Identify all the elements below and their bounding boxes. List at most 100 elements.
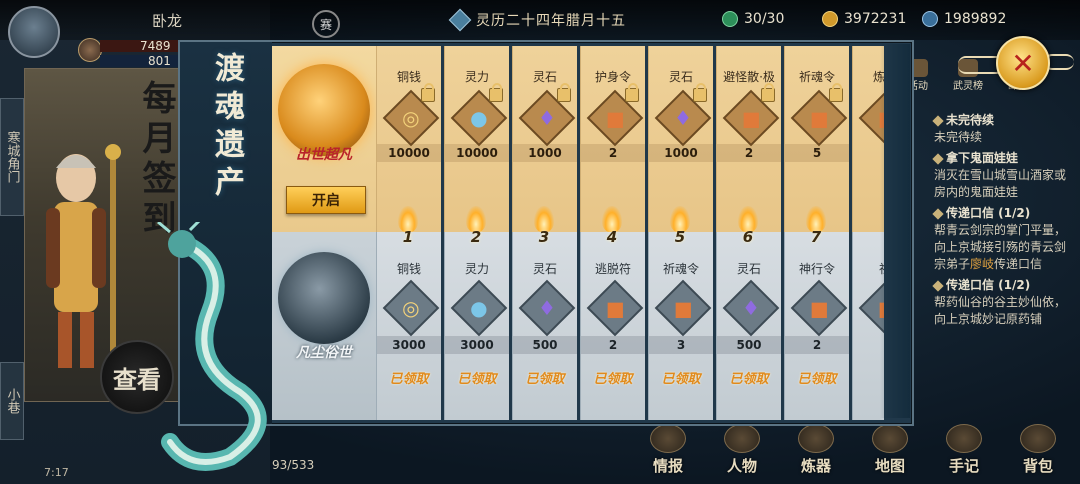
- pet-avatar[interactable]: [78, 38, 102, 62]
- level-marker: 7: [800, 206, 832, 246]
- premium-reward-cell[interactable]: 灵力 ● 10000: [444, 46, 509, 232]
- quest-tracker[interactable]: 未完待续 未完待续 拿下鬼面娃娃 消灭在雪山城雪山酒家或房内的鬼面娃娃 传递口信…: [934, 108, 1074, 328]
- gold-counter: 3972231: [822, 11, 906, 27]
- free-reward-cell[interactable]: 灵力 ● 3000 已领取: [444, 232, 509, 420]
- close-button[interactable]: ✕: [996, 36, 1050, 90]
- modal-brand: 渡魂遗产: [180, 42, 272, 424]
- bundle-icon: ■: [654, 279, 712, 337]
- reward-quantity: 2: [581, 336, 645, 354]
- level-number: 5: [674, 228, 686, 246]
- player-avatar[interactable]: [8, 6, 60, 58]
- reward-label: 灵石: [532, 70, 557, 84]
- location-tab-alley[interactable]: 小巷: [0, 362, 24, 440]
- reward-grid: 铜钱 ◎ 10000 铜钱 ◎ 3000 已领取 1 灵力 ● 10000 灵力 ● 3000 已领取 2 灵石…: [376, 46, 884, 420]
- premium-reward-cell[interactable]: 避怪散·极 ■ 2: [716, 46, 781, 232]
- view-button[interactable]: 查看: [100, 340, 174, 414]
- reward-track: 出世超凡 开启 凡尘俗世 铜钱 ◎ 10000 铜钱 ◎ 3000 已领取 1 灵力 ● 10000…: [272, 46, 884, 420]
- nav-bag[interactable]: 背包: [1006, 424, 1070, 476]
- bottom-nav: 情报 人物 炼器 地图 手记 背包: [636, 424, 1070, 476]
- forge-icon: [798, 424, 834, 453]
- free-reward-cell[interactable]: 铜钱 ◎ 3000 已领取: [376, 232, 441, 420]
- silver-emblem-icon: [278, 252, 370, 344]
- quest-title[interactable]: 拿下鬼面娃娃: [934, 150, 1074, 167]
- level-number: 2: [470, 228, 482, 246]
- reward-quantity: 3: [649, 336, 713, 354]
- lock-icon: [557, 83, 571, 102]
- level-number: 6: [742, 228, 754, 246]
- nav-forge[interactable]: 炼器: [784, 424, 848, 476]
- coin-icon: ◎: [382, 279, 440, 337]
- bag-icon: [1020, 424, 1056, 453]
- lock-icon: [761, 83, 775, 102]
- stamina-counter: 30/30: [722, 11, 784, 27]
- signin-title: 每月签到: [136, 80, 176, 240]
- free-reward-cell[interactable]: 逃脱符 ■ 2 已领取: [580, 232, 645, 420]
- clock: 7:17: [44, 465, 69, 479]
- reward-column: 铜钱 ◎ 10000 铜钱 ◎ 3000 已领取 1: [376, 46, 441, 420]
- quest-desc: 帮药仙谷的谷主妙仙依，向上京城妙记原药铺: [934, 295, 1067, 326]
- unlock-button[interactable]: 开启: [286, 186, 366, 214]
- quest-title[interactable]: 传递口信 (1/2): [934, 205, 1074, 222]
- claimed-status: 已领取: [729, 372, 769, 387]
- quest-title[interactable]: 传递口信 (1/2): [934, 277, 1074, 294]
- level-marker: 2: [460, 206, 492, 246]
- free-reward-cell[interactable]: 灵石 ♦ 500 已领取: [512, 232, 577, 420]
- scroll-fade: [880, 44, 910, 418]
- lock-icon: [625, 83, 639, 102]
- reward-quantity: 2: [581, 144, 645, 162]
- premium-reward-cell[interactable]: 灵石 ♦ 1000: [648, 46, 713, 232]
- claimed-status: 已领取: [661, 372, 701, 387]
- premium-reward-cell[interactable]: 灵石 ♦ 1000: [512, 46, 577, 232]
- reward-quantity: 3000: [445, 336, 509, 354]
- level-marker: 4: [596, 206, 628, 246]
- free-reward-cell[interactable]: 祈魂令 ■ 3 已领取: [648, 232, 713, 420]
- reward-label: 铜钱: [396, 262, 421, 276]
- nav-character[interactable]: 人物: [710, 424, 774, 476]
- nav-map[interactable]: 地图: [858, 424, 922, 476]
- spirit-stone-icon: ♦: [722, 279, 780, 337]
- lock-icon: [829, 83, 843, 102]
- status-bar: 7:17: [0, 460, 444, 484]
- coin-icon: [822, 11, 838, 27]
- reward-label: 祈魂令: [798, 70, 835, 84]
- nav-intel[interactable]: 情报: [636, 424, 700, 476]
- level-marker: 1: [392, 206, 424, 246]
- journal-icon: [946, 424, 982, 453]
- reward-label: 护身令: [594, 70, 631, 84]
- reward-label: 祈魂令: [662, 262, 699, 276]
- reward-quantity: 2: [785, 336, 849, 354]
- level-marker: 6: [732, 206, 764, 246]
- character-portrait: [46, 144, 121, 368]
- free-reward-cell[interactable]: 神行令 ■ 2 已领取: [784, 232, 849, 420]
- reward-column: 护身令 ■ 2 逃脱符 ■ 2 已领取 4: [580, 46, 645, 420]
- hp-value: 7489: [140, 39, 171, 53]
- location-tab-gate[interactable]: 寒城角门: [0, 98, 24, 216]
- premium-reward-cell[interactable]: 铜钱 ◎ 10000: [376, 46, 441, 232]
- reward-label: 灵石: [668, 70, 693, 84]
- spirit-counter: 1989892: [922, 11, 1006, 27]
- npc-name[interactable]: 廖岐: [970, 257, 994, 271]
- badge-button[interactable]: 赛: [312, 10, 340, 38]
- map-icon: [872, 424, 908, 453]
- bundle-icon: ■: [790, 279, 848, 337]
- lock-icon: [421, 83, 435, 102]
- quest-desc: 帮青云剑宗的掌门平量，向上京城接引殇的青云剑宗弟子廖岐传递口信: [934, 223, 1067, 271]
- player-name: 卧龙: [152, 12, 183, 30]
- quest-title[interactable]: 未完待续: [934, 112, 1074, 129]
- level-number: 7: [810, 228, 822, 246]
- reward-quantity: 1000: [649, 144, 713, 162]
- nav-journal[interactable]: 手记: [932, 424, 996, 476]
- reward-label: 灵石: [532, 262, 557, 276]
- premium-tier-name: 出世超凡: [296, 147, 352, 163]
- premium-reward-cell[interactable]: 护身令 ■ 2: [580, 46, 645, 232]
- reward-column: 灵石 ♦ 1000 祈魂令 ■ 3 已领取 5: [648, 46, 713, 420]
- reward-label: 避怪散·极: [723, 70, 775, 84]
- intel-icon: [650, 424, 686, 453]
- free-reward-cell[interactable]: 灵石 ♦ 500 已领取: [716, 232, 781, 420]
- mp-value: 801: [148, 54, 171, 68]
- reward-quantity: 5: [785, 144, 849, 162]
- spirit-stone-icon: ♦: [518, 279, 576, 337]
- premium-reward-cell[interactable]: 祈魂令 ■ 5: [784, 46, 849, 232]
- modal-title: 渡魂遗产: [209, 52, 244, 204]
- quest-desc: 未完待续: [934, 130, 983, 144]
